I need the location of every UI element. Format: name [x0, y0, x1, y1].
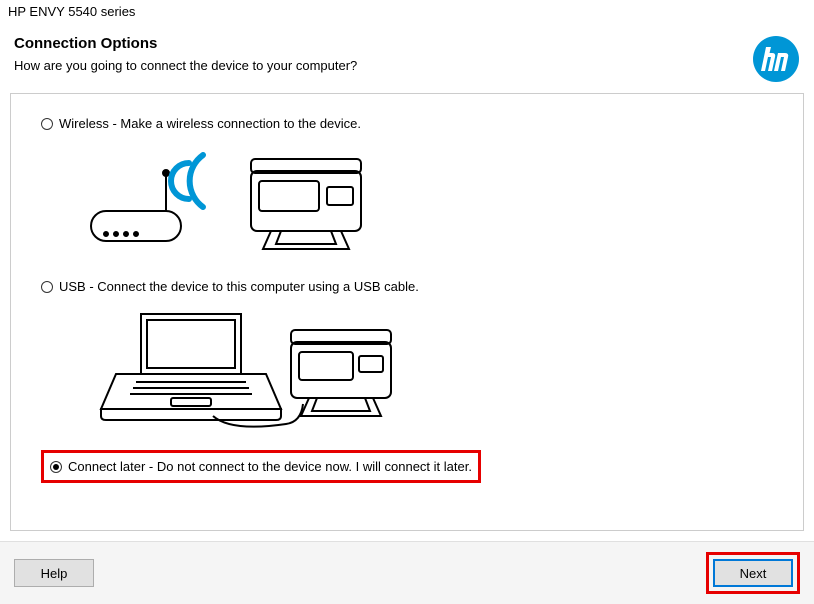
radio-icon — [41, 281, 53, 293]
highlight-annotation: Next — [706, 552, 800, 594]
highlight-annotation: Connect later - Do not connect to the de… — [41, 450, 481, 483]
window-title: HP ENVY 5540 series — [0, 0, 814, 23]
help-button[interactable]: Help — [14, 559, 94, 587]
radio-icon — [50, 461, 62, 473]
footer: Help Next — [0, 541, 814, 604]
radio-wireless[interactable]: Wireless - Make a wireless connection to… — [41, 114, 773, 133]
usb-illustration — [81, 304, 773, 432]
hp-logo-icon — [752, 35, 800, 83]
wireless-illustration — [81, 141, 773, 259]
header: Connection Options How are you going to … — [0, 23, 814, 93]
radio-usb[interactable]: USB - Connect the device to this compute… — [41, 277, 773, 296]
page-subtitle: How are you going to connect the device … — [14, 58, 357, 73]
radio-icon — [41, 118, 53, 130]
radio-connect-later[interactable]: Connect later - Do not connect to the de… — [50, 457, 472, 476]
option-later-label: Connect later - Do not connect to the de… — [68, 459, 472, 474]
header-text: Connection Options How are you going to … — [14, 35, 357, 73]
page-title: Connection Options — [14, 35, 357, 52]
content-panel: Wireless - Make a wireless connection to… — [10, 93, 804, 531]
option-usb-label: USB - Connect the device to this compute… — [59, 279, 419, 294]
option-wireless: Wireless - Make a wireless connection to… — [41, 114, 773, 259]
installer-window: HP ENVY 5540 series Connection Options H… — [0, 0, 814, 604]
option-wireless-label: Wireless - Make a wireless connection to… — [59, 116, 361, 131]
option-connect-later: Connect later - Do not connect to the de… — [41, 450, 773, 483]
option-usb: USB - Connect the device to this compute… — [41, 277, 773, 432]
next-button[interactable]: Next — [713, 559, 793, 587]
